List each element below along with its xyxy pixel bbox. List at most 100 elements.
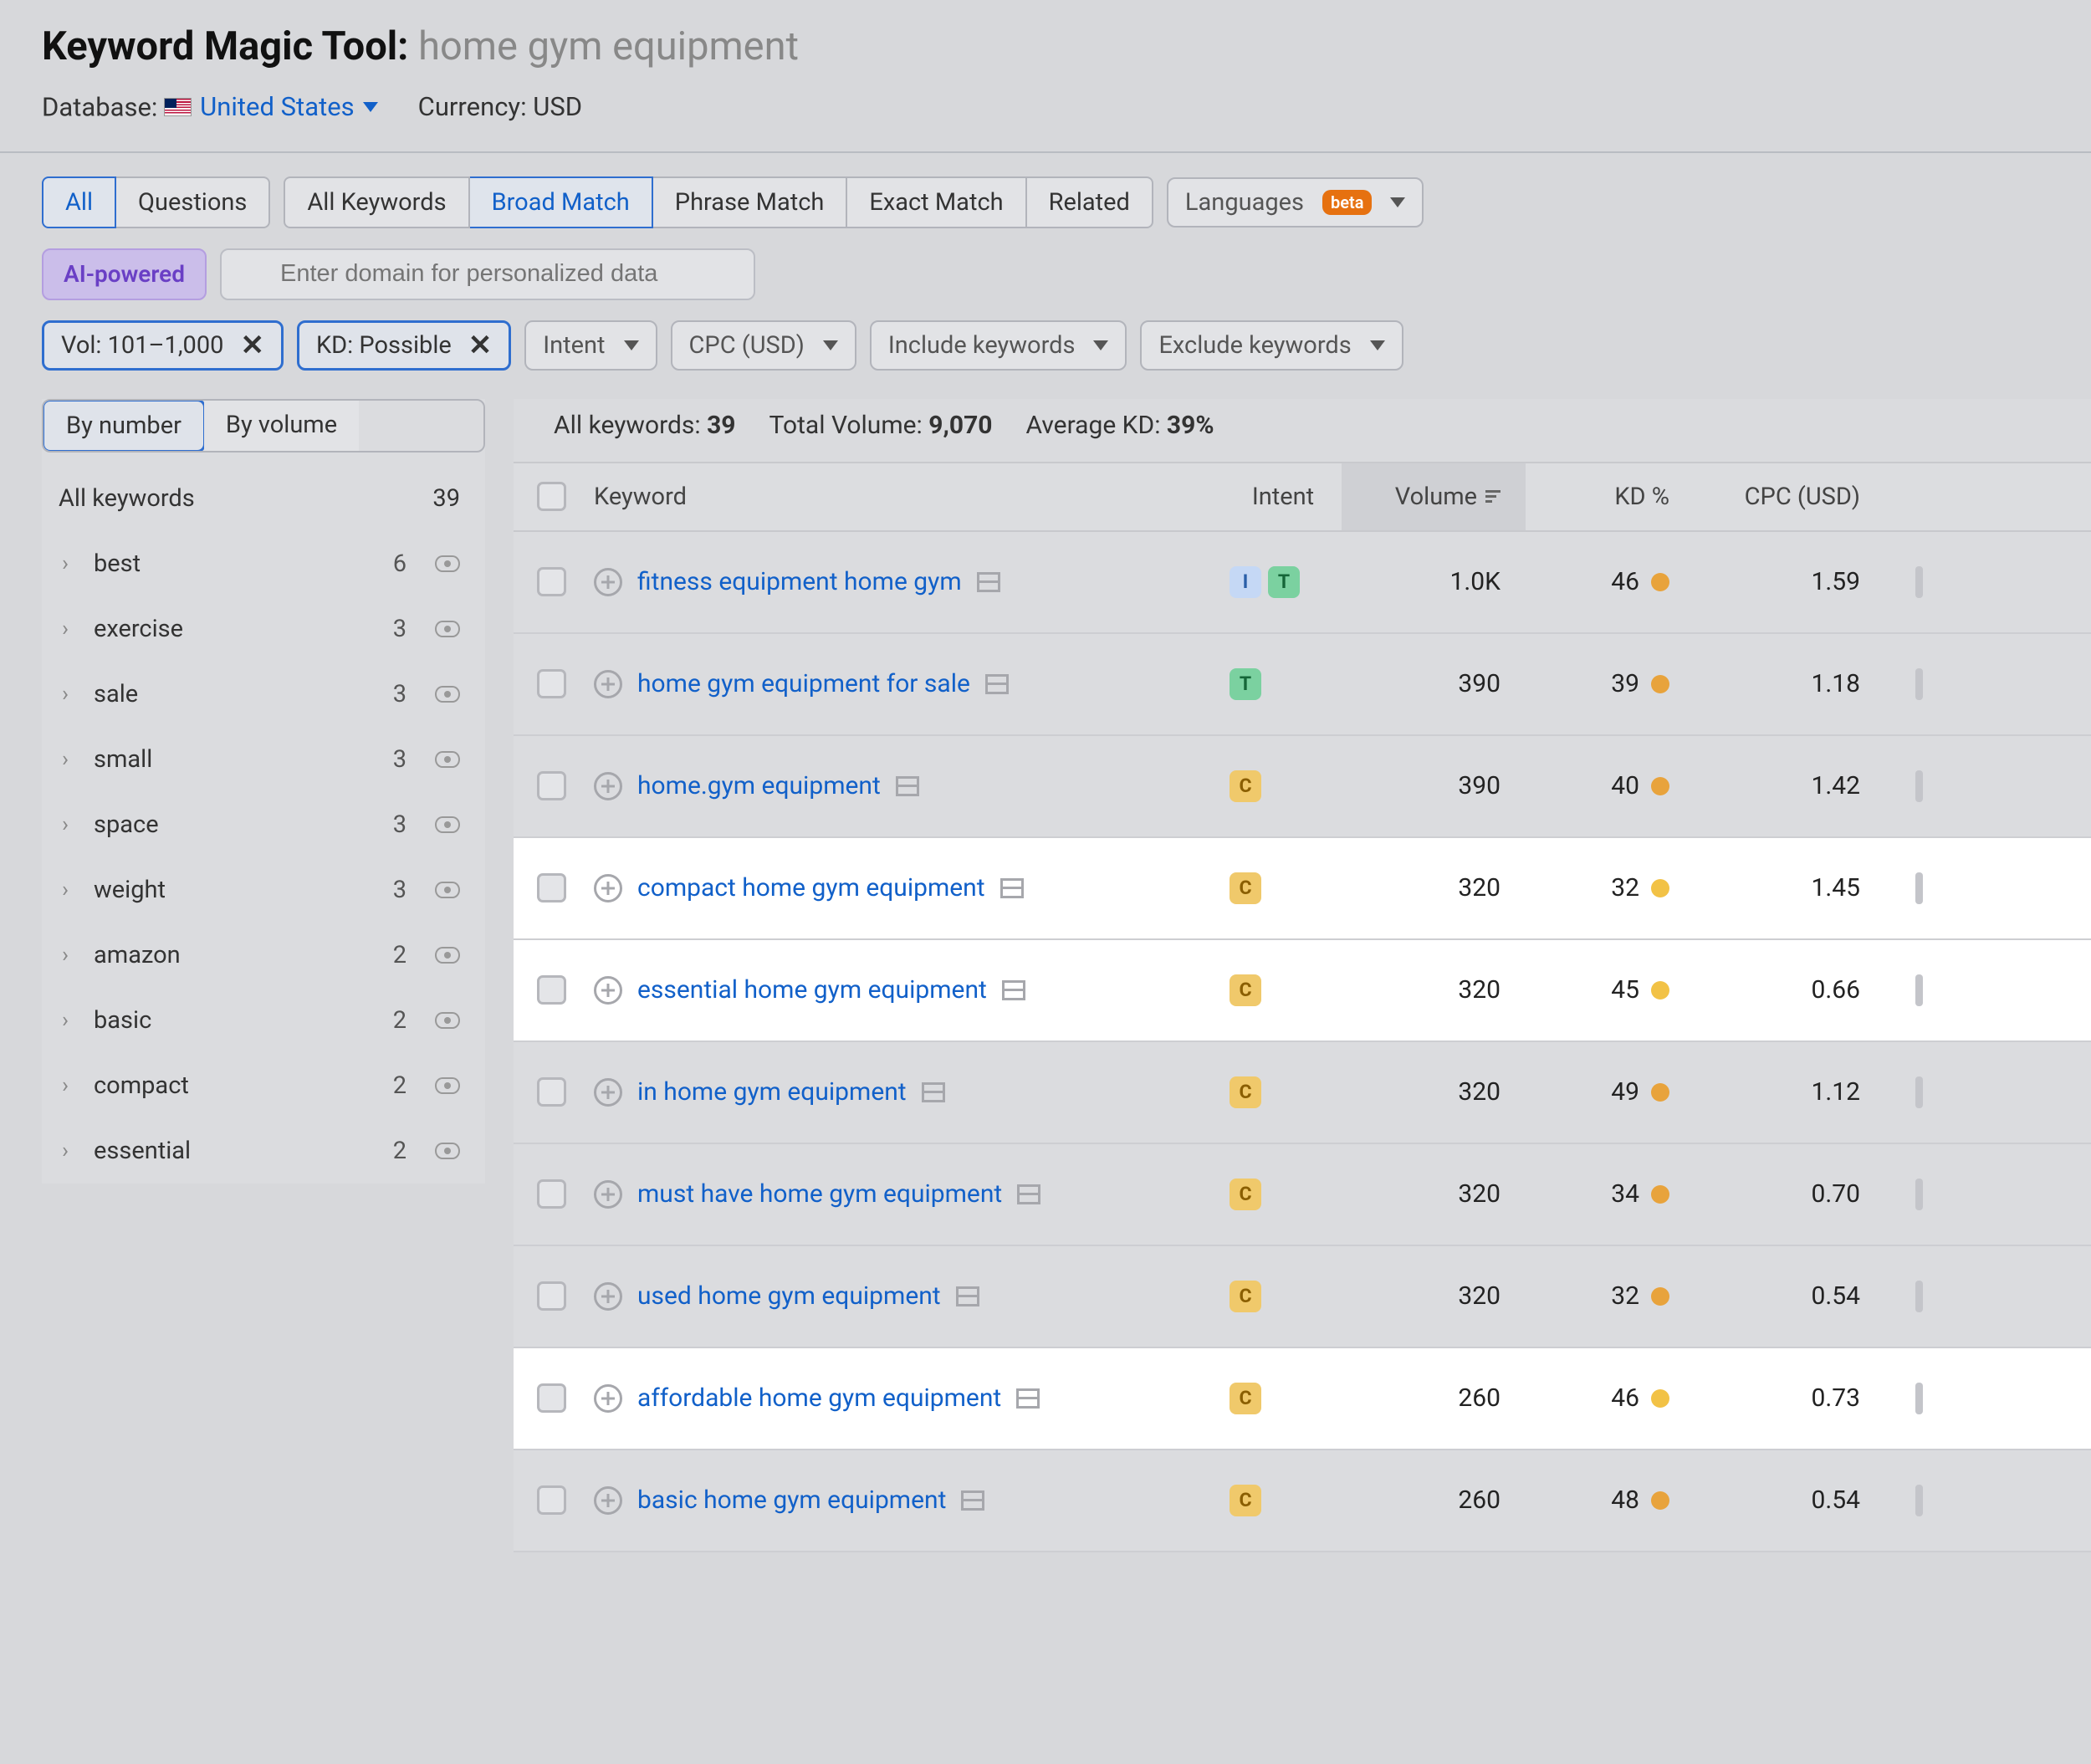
row-checkbox[interactable] (537, 567, 566, 596)
row-checkbox[interactable] (537, 669, 566, 698)
eye-icon[interactable] (435, 947, 460, 964)
tab-questions[interactable]: Questions (116, 176, 270, 228)
col-header-intent[interactable]: Intent (1224, 483, 1342, 511)
sidebar-item-small[interactable]: ›small3 (42, 727, 485, 792)
sidebar-all-keywords[interactable]: All keywords 39 (42, 453, 485, 531)
add-to-list-icon[interactable] (594, 772, 622, 800)
filter-cpc[interactable]: CPC (USD) (671, 320, 856, 371)
close-icon[interactable]: ✕ (468, 329, 493, 362)
sidebar-item-essential[interactable]: ›essential2 (42, 1118, 485, 1184)
sidebar-item-amazon[interactable]: ›amazon2 (42, 923, 485, 988)
languages-dropdown[interactable]: Languages beta (1167, 177, 1424, 228)
sidebar-item-weight[interactable]: ›weight3 (42, 857, 485, 923)
keyword-link[interactable]: in home gym equipment (637, 1077, 907, 1107)
filter-chip-kd[interactable]: KD: Possible ✕ (297, 320, 511, 371)
serp-icon[interactable] (961, 1490, 984, 1511)
eye-icon[interactable] (435, 1143, 460, 1159)
eye-icon[interactable] (435, 555, 460, 572)
tab-phrase-match[interactable]: Phrase Match (653, 176, 848, 228)
select-all-checkbox[interactable] (537, 482, 566, 511)
filter-include-keywords[interactable]: Include keywords (870, 320, 1127, 371)
serp-icon[interactable] (1017, 1184, 1040, 1204)
row-checkbox[interactable] (537, 771, 566, 800)
keyword-link[interactable]: fitness equipment home gym (637, 567, 962, 596)
keyword-link[interactable]: compact home gym equipment (637, 873, 985, 902)
sidebar-item-basic[interactable]: ›basic2 (42, 988, 485, 1053)
sidebar-item-space[interactable]: ›space3 (42, 792, 485, 857)
serp-features-icon[interactable] (1915, 1383, 1923, 1414)
serp-icon[interactable] (1002, 980, 1025, 1000)
cpc-cell: 0.73 (1685, 1383, 1885, 1413)
row-checkbox[interactable] (537, 873, 566, 902)
keyword-link[interactable]: home gym equipment for sale (637, 669, 970, 698)
serp-features-icon[interactable] (1915, 770, 1923, 802)
keyword-link[interactable]: basic home gym equipment (637, 1485, 946, 1515)
serp-icon[interactable] (896, 776, 919, 796)
eye-icon[interactable] (435, 1012, 460, 1029)
keyword-link[interactable]: home.gym equipment (637, 771, 881, 800)
serp-features-icon[interactable] (1915, 872, 1923, 904)
sidebar-item-compact[interactable]: ›compact2 (42, 1053, 485, 1118)
add-to-list-icon[interactable] (594, 1384, 622, 1413)
sidebar-tab-by-number[interactable]: By number (42, 399, 206, 453)
add-to-list-icon[interactable] (594, 874, 622, 902)
sidebar-item-sale[interactable]: ›sale3 (42, 662, 485, 727)
eye-icon[interactable] (435, 686, 460, 703)
row-checkbox[interactable] (537, 975, 566, 1005)
eye-icon[interactable] (435, 816, 460, 833)
serp-features-icon[interactable] (1915, 668, 1923, 700)
eye-icon[interactable] (435, 882, 460, 898)
tab-broad-match[interactable]: Broad Match (470, 176, 653, 228)
serp-icon[interactable] (977, 572, 1000, 592)
serp-icon[interactable] (985, 674, 1009, 694)
sidebar-tab-by-volume[interactable]: By volume (204, 401, 359, 451)
serp-features-icon[interactable] (1915, 1281, 1923, 1312)
serp-icon[interactable] (956, 1286, 979, 1306)
eye-icon[interactable] (435, 751, 460, 768)
sidebar-item-exercise[interactable]: ›exercise3 (42, 596, 485, 662)
serp-icon[interactable] (1016, 1388, 1040, 1409)
keyword-link[interactable]: must have home gym equipment (637, 1179, 1002, 1209)
col-header-volume[interactable]: Volume (1342, 463, 1526, 530)
col-header-volume-label: Volume (1395, 483, 1477, 511)
add-to-list-icon[interactable] (594, 976, 622, 1005)
add-to-list-icon[interactable] (594, 568, 622, 596)
filter-exclude-keywords[interactable]: Exclude keywords (1140, 320, 1403, 371)
row-checkbox[interactable] (537, 1179, 566, 1209)
row-checkbox[interactable] (537, 1281, 566, 1311)
col-header-keyword[interactable]: Keyword (589, 483, 1224, 511)
serp-features-icon[interactable] (1915, 974, 1923, 1006)
add-to-list-icon[interactable] (594, 1282, 622, 1311)
add-to-list-icon[interactable] (594, 1180, 622, 1209)
serp-icon[interactable] (1000, 878, 1024, 898)
row-checkbox[interactable] (537, 1485, 566, 1515)
tab-all-keywords[interactable]: All Keywords (284, 176, 469, 228)
serp-features-icon[interactable] (1915, 566, 1923, 598)
filter-intent[interactable]: Intent (524, 320, 657, 371)
serp-features-icon[interactable] (1915, 1485, 1923, 1516)
serp-icon[interactable] (922, 1082, 945, 1102)
add-to-list-icon[interactable] (594, 670, 622, 698)
col-header-cpc[interactable]: CPC (USD) (1685, 483, 1885, 511)
serp-features-icon[interactable] (1915, 1076, 1923, 1108)
keyword-link[interactable]: used home gym equipment (637, 1281, 941, 1311)
database-selector[interactable]: Database: United States (42, 91, 378, 123)
eye-icon[interactable] (435, 1077, 460, 1094)
col-header-kd[interactable]: KD % (1526, 483, 1685, 511)
row-checkbox[interactable] (537, 1383, 566, 1413)
intent-cell: C (1224, 1179, 1342, 1210)
tab-all[interactable]: All (42, 176, 116, 228)
filter-chip-volume[interactable]: Vol: 101–1,000 ✕ (42, 320, 284, 371)
add-to-list-icon[interactable] (594, 1486, 622, 1515)
serp-features-icon[interactable] (1915, 1179, 1923, 1210)
domain-input[interactable] (220, 248, 755, 300)
add-to-list-icon[interactable] (594, 1078, 622, 1107)
tab-exact-match[interactable]: Exact Match (847, 176, 1026, 228)
keyword-link[interactable]: essential home gym equipment (637, 975, 987, 1005)
sidebar-item-best[interactable]: ›best6 (42, 531, 485, 596)
row-checkbox[interactable] (537, 1077, 566, 1107)
close-icon[interactable]: ✕ (240, 329, 264, 362)
keyword-link[interactable]: affordable home gym equipment (637, 1383, 1001, 1413)
tab-related[interactable]: Related (1027, 176, 1153, 228)
eye-icon[interactable] (435, 621, 460, 637)
